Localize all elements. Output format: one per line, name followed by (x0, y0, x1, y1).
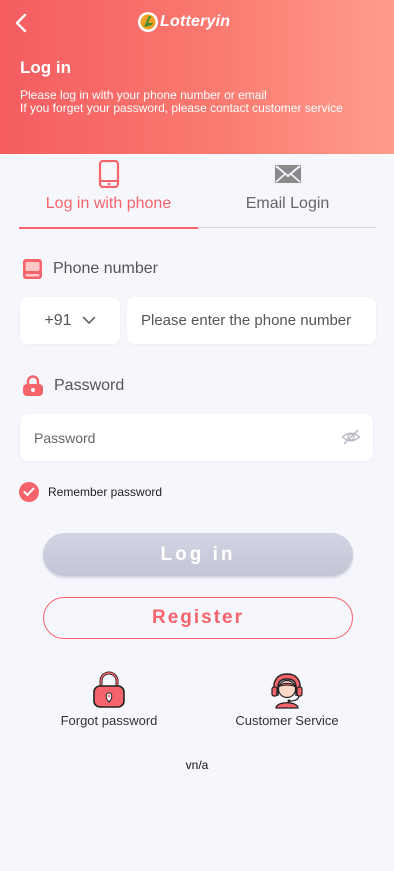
header-subtitle: Please log in with your phone number or … (20, 89, 343, 115)
tab-email-label: Email Login (245, 195, 330, 212)
customer-service-link[interactable]: Customer Service (217, 671, 357, 728)
country-code-selector[interactable]: +91 (20, 297, 120, 344)
customer-service-agent-icon (271, 673, 303, 709)
remember-password-label: Remember password (48, 485, 163, 499)
active-tab-indicator (19, 227, 198, 229)
login-tabs: Log in with phone Email Login (19, 158, 377, 229)
app-logo: Lotteryin (137, 10, 230, 34)
phone-input-container (127, 297, 376, 344)
tab-phone-label: Log in with phone (45, 195, 172, 212)
remember-password-toggle[interactable]: Remember password (19, 482, 162, 502)
eye-hidden-icon[interactable] (341, 428, 361, 446)
back-arrow-icon[interactable] (12, 12, 32, 34)
phone-label-text: Phone number (53, 260, 158, 277)
forgot-password-link[interactable]: Forgot password (39, 671, 179, 728)
phone-number-input[interactable] (127, 297, 376, 344)
phone-icon (98, 160, 119, 188)
register-button[interactable]: Register (43, 597, 353, 639)
tab-phone-login[interactable]: Log in with phone (19, 158, 198, 229)
footer-text: vn/a (185, 758, 209, 772)
envelope-icon (274, 165, 301, 183)
chevron-down-icon (82, 316, 95, 324)
phone-field-icon (23, 259, 42, 279)
checkbox-checked-icon[interactable] (19, 482, 39, 502)
tab-email-login[interactable]: Email Login (198, 158, 377, 228)
forgot-password-label: Forgot password (60, 713, 158, 728)
page-title: Log in (20, 58, 71, 77)
lock-icon (23, 375, 43, 396)
password-label: Password (22, 375, 124, 397)
password-input[interactable] (20, 414, 320, 461)
country-code-value: +91 (44, 311, 72, 329)
logo-mark-icon (138, 12, 158, 32)
password-label-text: Password (54, 377, 125, 394)
subtitle-line-2: If you forget your password, please cont… (20, 101, 343, 115)
phone-number-label: Phone number (22, 258, 158, 280)
logo-text: Lotteryin (160, 13, 231, 30)
login-button[interactable]: Log in (43, 533, 353, 576)
password-input-container (20, 414, 373, 461)
page-header: Lotteryin Log in Please log in with your… (0, 0, 394, 154)
customer-service-label: Customer Service (235, 713, 339, 728)
lock-pin-icon (93, 671, 125, 708)
